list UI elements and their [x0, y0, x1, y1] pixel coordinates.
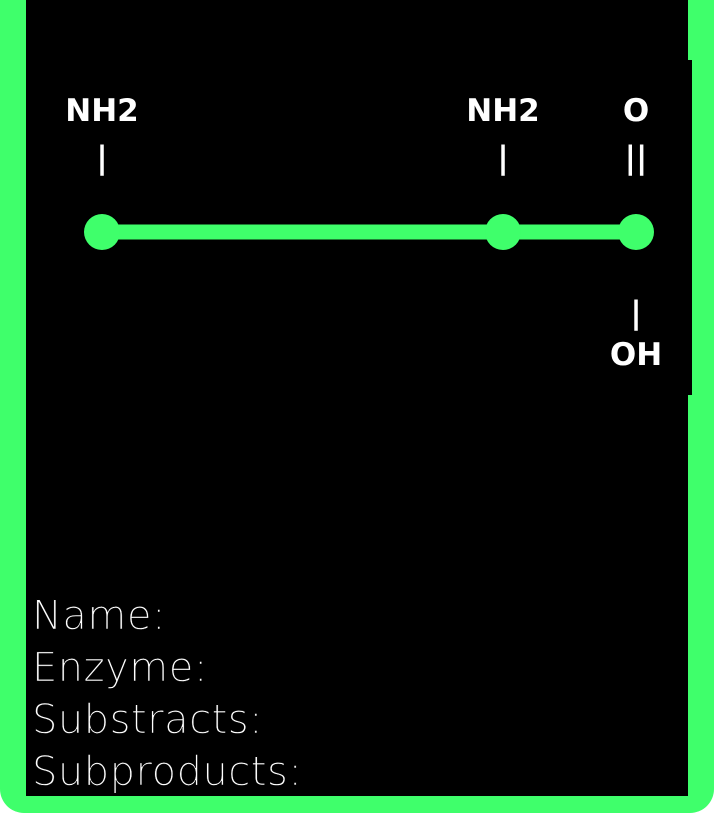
atom-node-left [84, 214, 120, 250]
molecule-diagram: NH2 | NH2 | O || | OH [65, 93, 662, 373]
oxygen-label: O [623, 93, 649, 129]
enzyme-field-label: Enzyme: [32, 645, 208, 691]
hydroxyl-label: OH [610, 337, 662, 373]
info-fields: Name: Enzyme: Substracts: Subproducts: [32, 590, 302, 798]
molecule-card: NH2 | NH2 | O || | OH Name: Enzyme: Subs… [0, 0, 714, 813]
amino-group-label-middle: NH2 [466, 93, 539, 129]
amino-group-label-left: NH2 [65, 93, 138, 129]
atom-node-right [618, 214, 654, 250]
bond-mark-left: | [96, 140, 107, 176]
substracts-field-label: Substracts: [32, 697, 264, 743]
double-bond-mark: || [625, 140, 648, 176]
bond-mark-middle: | [497, 140, 508, 176]
name-field-label: Name: [32, 593, 166, 639]
hydroxyl-bond-mark: | [630, 295, 641, 331]
subproducts-field-label: Subproducts: [32, 749, 303, 795]
atom-node-middle [485, 214, 521, 250]
